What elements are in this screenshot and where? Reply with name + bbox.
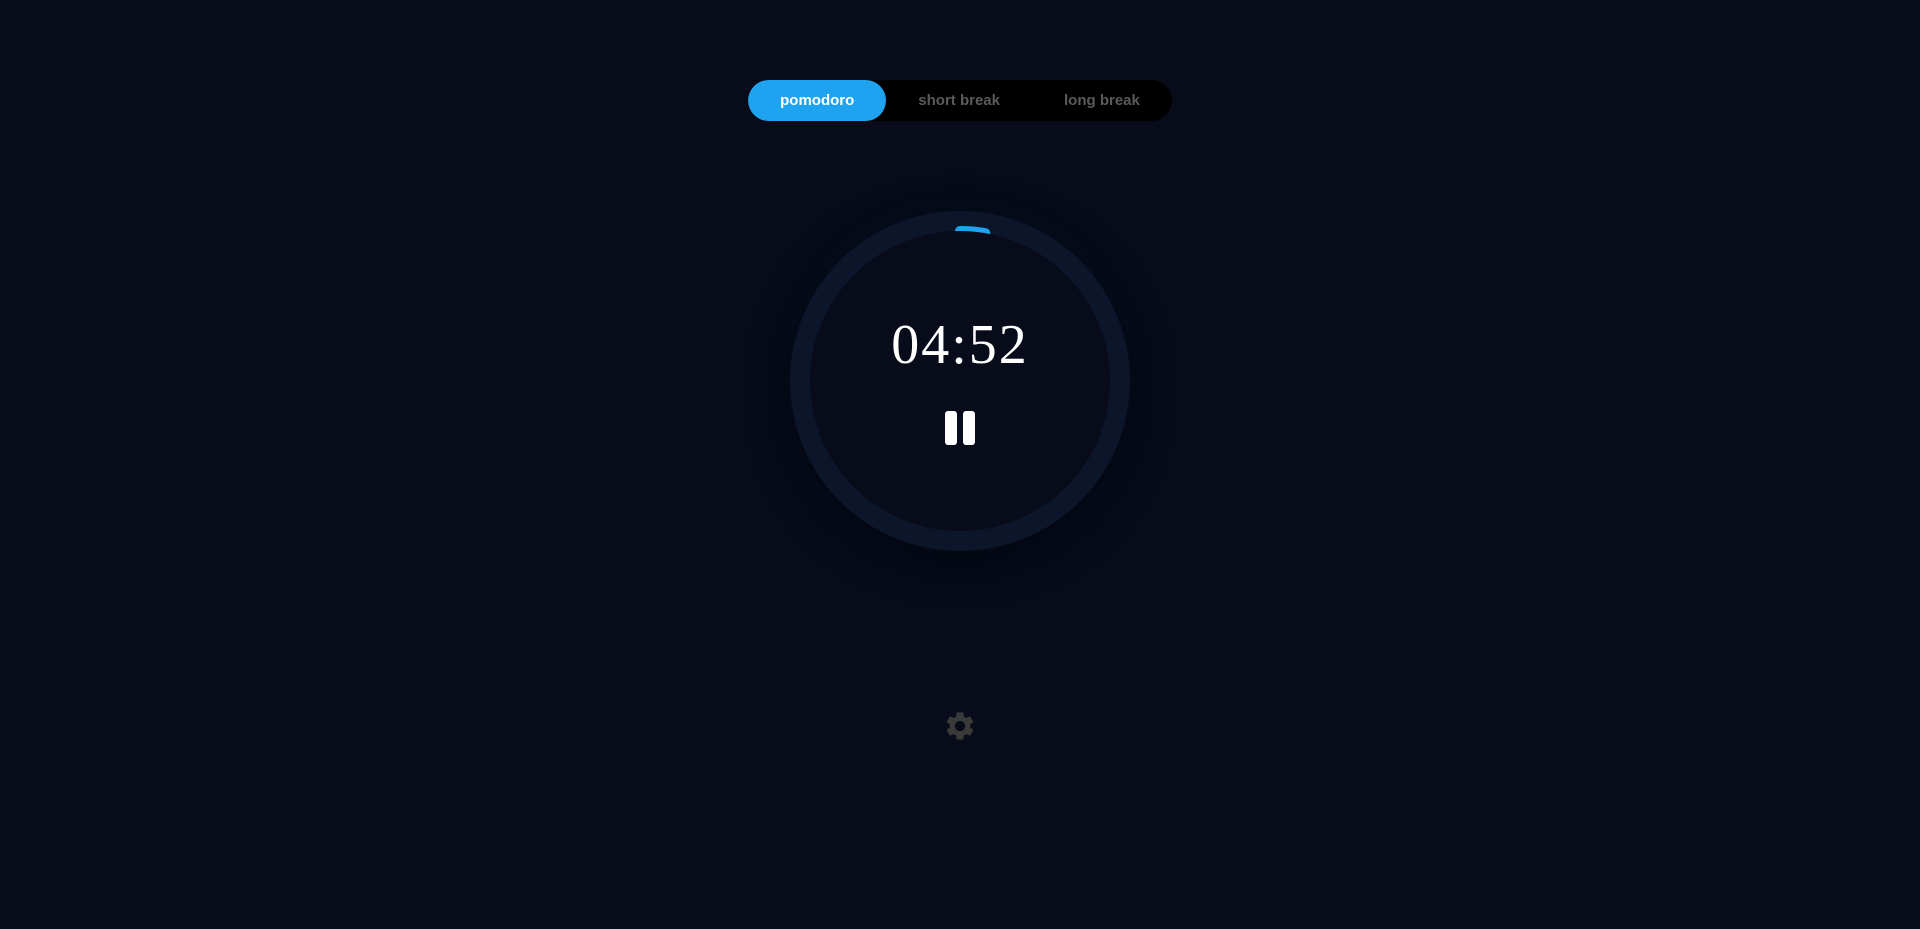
pause-icon [945, 411, 957, 445]
gear-icon [943, 709, 977, 743]
tab-long-break[interactable]: long break [1032, 80, 1172, 121]
tab-short-break[interactable]: short break [886, 80, 1032, 121]
timer-container: 04:52 [760, 181, 1160, 581]
tab-pomodoro[interactable]: pomodoro [748, 80, 886, 121]
timer-display: 04:52 [891, 313, 1029, 377]
pause-button[interactable] [941, 407, 979, 449]
settings-button[interactable] [935, 701, 985, 754]
mode-tabs: pomodoro short break long break [748, 80, 1172, 121]
timer-inner: 04:52 [810, 231, 1110, 531]
pause-icon [963, 411, 975, 445]
